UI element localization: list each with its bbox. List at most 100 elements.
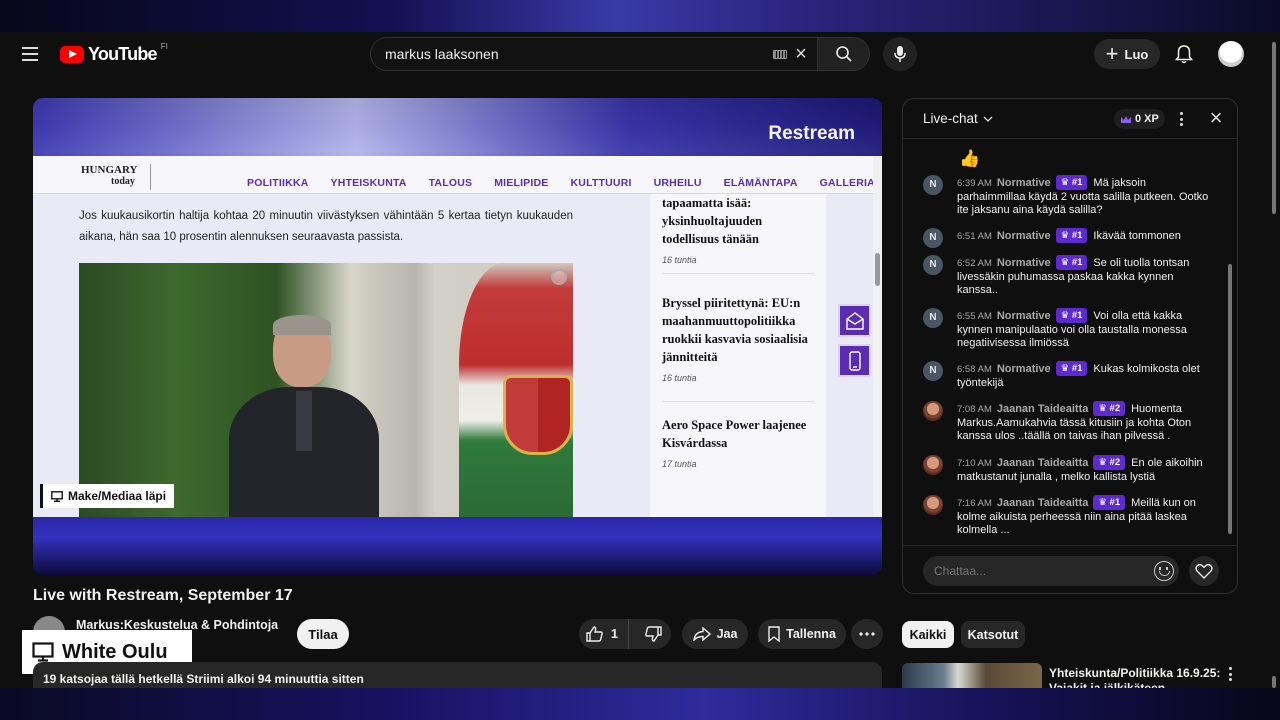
sidebar-article-title: Bryssel piiritettynä: EU:n maahanmuuttop… [662,296,808,364]
chat-title: Live-chat [923,111,978,126]
save-button[interactable]: Tallenna [758,619,846,649]
chat-avatar[interactable]: N [923,228,943,248]
chat-message: 7:08 AM Jaanan Taideaitta ♛ #2 Huomenta Mar… [923,401,1213,444]
notifications-button[interactable] [1170,40,1198,68]
photo-expand-icon [551,269,567,285]
chat-author[interactable]: Normative [997,310,1051,322]
page-scrollbar[interactable] [1272,42,1276,214]
search-box[interactable]: × [370,37,818,71]
chat-avatar[interactable]: N [923,255,943,275]
monitor-icon [32,642,54,662]
subscribe-button[interactable]: Tilaa [297,619,349,649]
chat-mode-selector[interactable]: Live-chat [923,111,993,126]
chat-avatar[interactable]: N [923,361,943,381]
site-logo-line1: HUNGARY [81,164,138,176]
monitor-icon [51,490,63,502]
chat-author[interactable]: Normative [997,177,1051,189]
chat-time: 6:52 AM [957,258,992,269]
like-button[interactable]: 1 [578,619,629,649]
chat-rank-badge: ♛ #1 [1055,175,1088,190]
hungarian-flag [459,263,573,517]
create-button[interactable]: + Luo [1094,39,1160,69]
chat-time: 6:39 AM [957,178,992,189]
chat-rank-badge: ♛ #1 [1055,255,1088,270]
chat-rank-badge: ♛ #1 [1055,228,1088,243]
site-sidebar: tapaamatta isää: yksinhuoltajuuden todel… [650,194,826,517]
like-dislike-group: 1 [579,619,671,649]
chat-message: N 6:58 AM Normative ♛ #1 Kukas kolmikosta o… [923,361,1213,390]
microphone-icon [894,46,906,62]
chat-rank-badge: ♛ #1 [1055,361,1088,376]
recommendation-more-button[interactable] [1222,665,1238,683]
site-header: HUNGARY today POLITIIKKA YHTEISKUNTA TAL… [33,156,882,194]
page-scrollbar-lower[interactable] [1272,676,1276,688]
chip-watched[interactable]: Katsotut [961,621,1025,648]
keyboard-icon[interactable] [773,50,787,59]
youtube-logo[interactable]: YouTube FI [60,42,168,65]
chat-author[interactable]: Jaanan Taideaitta [997,457,1089,469]
chat-time: 6:55 AM [957,311,992,322]
chat-messages[interactable]: 👍 N 6:39 AM Normative ♛ #1 Mä jaksoin parha… [903,139,1237,545]
video-player[interactable]: Restream HUNGARY today POLITIIKKA YHTEIS… [33,98,882,575]
crown-icon: ♛ [1098,497,1107,508]
chevron-down-icon [983,116,993,122]
chat-avatar[interactable] [923,495,943,515]
speaker-tie [296,391,312,451]
chat-author[interactable]: Jaanan Taideaitta [997,497,1089,509]
more-actions-button[interactable] [851,619,883,649]
restream-brand: Restream [768,123,855,144]
scene-label: Make/Mediaa läpi [40,484,175,508]
chat-text: Ikävää tommonen [1093,230,1181,242]
phone-icon [838,344,871,377]
bottom-backdrop [0,688,1280,720]
site-nav-item: KULTTUURI [570,177,632,189]
chat-more-button[interactable] [1171,108,1191,130]
account-avatar[interactable] [1218,41,1244,67]
chat-input-box[interactable] [923,556,1179,586]
crown-icon: ♛ [1098,457,1107,468]
live-chat-panel: Live-chat 0 XP × 👍 N 6:39 AM Normative ♛ #… [902,98,1238,594]
search-button[interactable] [818,37,870,71]
emoji-icon[interactable] [1154,561,1174,581]
chat-author[interactable]: Normative [997,257,1051,269]
chat-input[interactable] [934,564,1134,578]
chat-message: 7:16 AM Jaanan Taideaitta ♛ #1 Meillä kun o… [923,495,1213,538]
chat-avatar[interactable]: N [923,308,943,328]
site-nav-item: ELÄMÄNTAPA [723,177,798,189]
clear-search-icon[interactable]: × [791,44,811,64]
hungary-today-logo: HUNGARY today [81,164,151,190]
chat-avatar[interactable] [923,455,943,475]
more-horizontal-icon [859,632,875,636]
chat-author[interactable]: Normative [997,230,1051,242]
xp-badge[interactable]: 0 XP [1114,109,1165,129]
sidebar-article-title: Aero Space Power laajenee Kisvárdassa [662,418,807,450]
guide-menu-button[interactable] [16,40,44,68]
newsletter-icon [838,304,871,337]
crown-icon [1121,115,1131,123]
voice-search-button[interactable] [883,37,917,71]
recommendation-thumbnail[interactable] [902,663,1042,689]
site-nav-item: YHTEISKUNTA [330,177,407,189]
search-input[interactable] [385,46,765,62]
article-photo [79,263,573,517]
recommendation-title[interactable]: Yhteiskunta/Politiikka 16.9.25: Vajakit … [1049,666,1221,688]
dislike-button[interactable] [635,619,672,649]
chat-author[interactable]: Jaanan Taideaitta [997,403,1089,415]
rank-value: #1 [1071,177,1083,188]
chat-time: 6:58 AM [957,364,992,375]
chat-avatar[interactable]: N [923,175,943,195]
share-button[interactable]: Jaa [682,619,748,649]
crown-icon: ♛ [1060,177,1070,188]
crown-icon: ♛ [1060,257,1070,268]
chat-header: Live-chat 0 XP × [903,99,1237,139]
heart-button[interactable] [1189,556,1219,586]
chat-author[interactable]: Normative [997,363,1051,375]
close-chat-icon[interactable]: × [1205,107,1227,129]
chat-avatar[interactable] [923,401,943,421]
sidebar-article-title: tapaamatta isää: yksinhuoltajuuden todel… [662,196,763,246]
site-nav-item: URHEILU [653,177,702,189]
chip-all[interactable]: Kaikki [902,621,954,648]
sidebar-article: tapaamatta isää: yksinhuoltajuuden todel… [662,194,814,274]
chat-scrollbar[interactable] [1228,264,1232,534]
bookmark-icon [768,626,780,642]
